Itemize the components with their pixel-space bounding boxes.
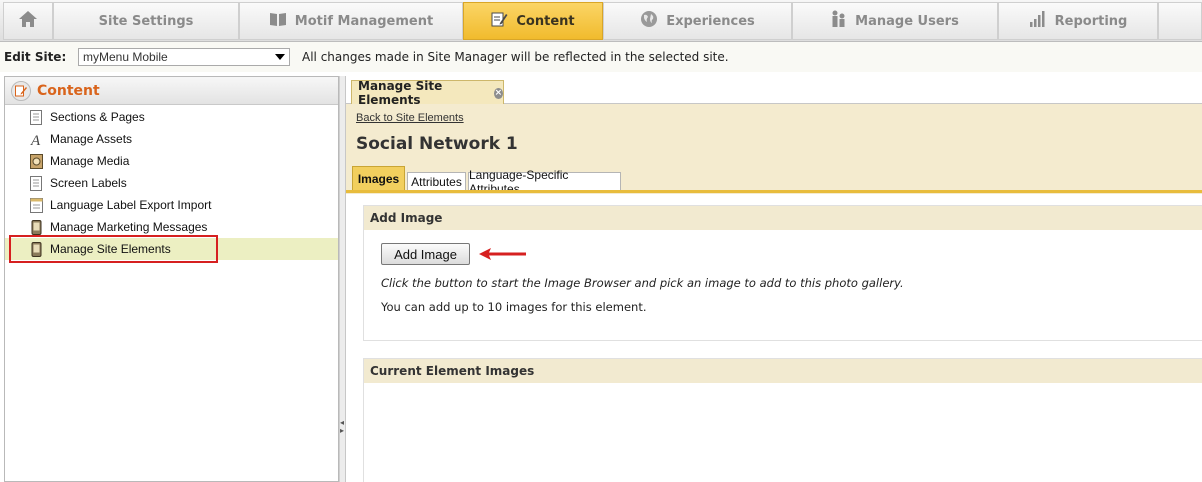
- tab-label: Content: [516, 13, 575, 29]
- content-icon: [11, 80, 31, 101]
- tab-manage-users[interactable]: Manage Users: [792, 2, 998, 40]
- element-header: Back to Site Elements Social Network 1 I…: [346, 104, 1202, 196]
- main-panel: Manage Site Elements × Back to Site Elem…: [345, 76, 1202, 482]
- pencil-document-icon: [491, 11, 508, 32]
- arrow-annotation-icon: [479, 248, 526, 260]
- site-note: All changes made in Site Manager will be…: [302, 50, 729, 64]
- help-text: Click the button to start the Image Brow…: [381, 276, 904, 290]
- users-icon: [831, 10, 847, 32]
- sidebar-item-label: Language Label Export Import: [50, 198, 212, 212]
- globe-icon: [640, 10, 658, 32]
- section-heading: Add Image: [364, 206, 1202, 230]
- sidebar-title: Content: [37, 82, 100, 99]
- limit-note: You can add up to 10 images for this ele…: [381, 300, 647, 314]
- sidebar-header: Content: [5, 77, 338, 105]
- sidebar-item-label: Screen Labels: [50, 176, 127, 190]
- site-select-value: myMenu Mobile: [83, 50, 168, 64]
- sidebar-item-label: Manage Assets: [50, 132, 133, 146]
- sidebar-item-manage-media[interactable]: Manage Media: [5, 150, 338, 172]
- tab-label: Experiences: [666, 13, 755, 29]
- sidebar-item-label: Manage Media: [50, 154, 130, 168]
- sidebar-item-sections-pages[interactable]: Sections & Pages: [5, 106, 338, 128]
- document-tab-bar: Manage Site Elements ×: [346, 76, 1202, 107]
- document-tab-label: Manage Site Elements: [358, 79, 443, 107]
- page-icon: [30, 175, 43, 191]
- tab-label: Manage Users: [855, 13, 959, 29]
- font-asset-icon: A: [30, 132, 43, 149]
- svg-text:A: A: [30, 133, 41, 147]
- tab-site-settings[interactable]: Site Settings: [53, 2, 239, 40]
- tab-label: Motif Management: [294, 13, 434, 29]
- sidebar-item-language-label-export-import[interactable]: Language Label Export Import: [5, 194, 338, 216]
- sidebar-item-label: Sections & Pages: [50, 110, 145, 124]
- tab-images[interactable]: Images: [352, 166, 405, 192]
- highlight-annotation: [9, 235, 218, 263]
- tab-experiences[interactable]: Experiences: [603, 2, 792, 40]
- tab-attributes[interactable]: Attributes: [407, 172, 466, 192]
- tab-label: Images: [357, 172, 400, 186]
- document-tab[interactable]: Manage Site Elements ×: [351, 79, 504, 107]
- tab-label: Reporting: [1054, 13, 1128, 29]
- tab-reporting[interactable]: Reporting: [998, 2, 1158, 40]
- edit-site-label: Edit Site:: [4, 50, 67, 64]
- home-tab[interactable]: [3, 2, 53, 40]
- bar-chart-icon: [1029, 11, 1047, 31]
- tab-label: Attributes: [411, 175, 462, 189]
- chevron-down-icon: [275, 54, 285, 60]
- tab-label: Site Settings: [98, 13, 194, 29]
- current-images-section: Current Element Images: [363, 358, 1202, 482]
- section-heading: Current Element Images: [364, 359, 1202, 383]
- top-navigation: Site Settings Motif Management Content E…: [0, 0, 1202, 42]
- page-icon: [30, 109, 43, 125]
- sidebar-item-label: Manage Marketing Messages: [50, 220, 208, 234]
- list-page-icon: [30, 197, 43, 213]
- sidebar-item-screen-labels[interactable]: Screen Labels: [5, 172, 338, 194]
- tab-underline: [346, 190, 1202, 193]
- back-link[interactable]: Back to Site Elements: [356, 112, 464, 124]
- phone-icon: [30, 219, 43, 235]
- add-image-button[interactable]: Add Image: [381, 243, 470, 265]
- media-icon: [30, 153, 43, 169]
- book-icon: [269, 11, 287, 31]
- edit-site-bar: Edit Site: myMenu Mobile All changes mad…: [0, 42, 1202, 72]
- content-sidebar: Content Sections & Pages A Manage Assets…: [4, 76, 339, 482]
- home-icon: [18, 10, 38, 32]
- add-image-section: Add Image Add Image Click the button to …: [363, 205, 1202, 341]
- tab-language-specific-attributes[interactable]: Language-Specific Attributes: [468, 168, 621, 196]
- sidebar-item-manage-assets[interactable]: A Manage Assets: [5, 128, 338, 150]
- site-select[interactable]: myMenu Mobile: [78, 48, 290, 66]
- tab-content[interactable]: Content: [463, 2, 603, 40]
- tab-overflow[interactable]: [1158, 2, 1202, 40]
- close-icon[interactable]: ×: [493, 87, 503, 99]
- tab-motif-management[interactable]: Motif Management: [239, 2, 463, 40]
- page-title: Social Network 1: [356, 134, 518, 154]
